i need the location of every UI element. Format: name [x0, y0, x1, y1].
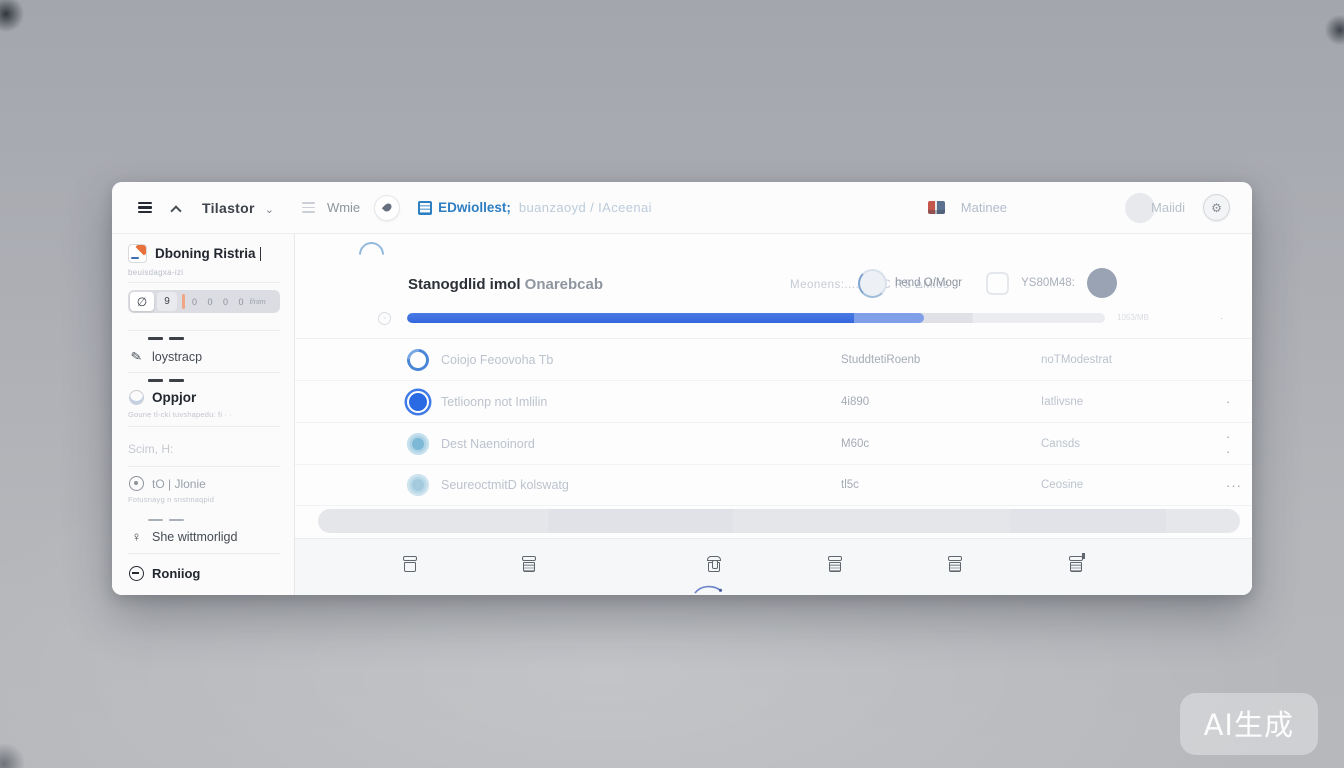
gear-icon: ⚙	[1211, 201, 1222, 215]
table-row[interactable]: Tetlioonp not Imlilin 4i890 Iatlivsne ·	[295, 380, 1252, 422]
toolbar-hint: f/nim	[250, 297, 266, 306]
page-title: Stanogdlid imol Onarebcab	[408, 276, 603, 293]
progress-fill-light	[854, 313, 924, 323]
row-menu-icon[interactable]: · ·	[1226, 429, 1231, 459]
droplet-icon	[381, 202, 392, 213]
bin-icon[interactable]	[402, 555, 418, 573]
list-view-icon[interactable]	[302, 202, 315, 212]
header-controls: hend O/Mogr YS80M48:	[858, 268, 1117, 298]
progress-end-dot: ·	[1220, 313, 1223, 323]
sidebar-item-oppjor[interactable]: Oppjor	[128, 389, 280, 406]
table-row[interactable]: Dest Naenoinord M60c Cansds · ·	[295, 422, 1252, 464]
notice-label: Matinee	[961, 200, 1007, 215]
nav-label[interactable]: Wmie	[327, 200, 360, 215]
skeleton-dashes	[148, 519, 280, 521]
divider	[128, 466, 280, 467]
checkbox-outline[interactable]	[986, 272, 1009, 295]
skeleton-dashes	[148, 337, 280, 340]
skeleton-dashes	[148, 379, 280, 382]
divider	[128, 330, 280, 331]
avatar-circle[interactable]	[1087, 268, 1117, 298]
toolbar-seg-2[interactable]: 9	[157, 292, 177, 311]
toolbar-orange-divider	[182, 294, 185, 309]
app-title: Dboning Ristria	[155, 246, 256, 261]
row-menu-icon[interactable]: ···	[1226, 478, 1242, 493]
flag-logo-icon	[928, 201, 945, 214]
row-status-icon	[407, 433, 429, 455]
progress-status-icon: ◦	[378, 312, 391, 325]
settings-button[interactable]: ⚙	[1203, 194, 1230, 221]
brush-bin-icon[interactable]	[1068, 555, 1084, 573]
sidebar-note: Fotusnayg n snstmaqpid	[128, 495, 280, 504]
ring-icon	[128, 565, 145, 582]
divider	[128, 553, 280, 554]
row-status-icon	[407, 474, 429, 496]
toggle-label: hend O/Mogr	[895, 277, 962, 289]
sidebar-app-header: Dboning Ristria	[128, 244, 280, 263]
breadcrumb[interactable]: buanzaoyd / IAceenai	[519, 200, 652, 215]
main-content: Stanogdlid imol Onarebcab Meonens:....2.…	[295, 234, 1252, 595]
sidebar-item-wittmorligd[interactable]: ♀ She wittmorligd	[128, 528, 280, 545]
content-header: Stanogdlid imol Onarebcab Meonens:....2.…	[295, 268, 1252, 302]
bucket-lines-icon[interactable]	[947, 555, 963, 573]
sidebar-item-scim[interactable]: Scim, H:	[128, 442, 280, 456]
row-menu-icon[interactable]: ·	[1226, 394, 1231, 409]
row-status-icon	[403, 344, 434, 375]
text-cursor	[260, 247, 262, 261]
sidebar-item-loystracp[interactable]: ✎ loystracp	[128, 348, 280, 365]
badge-label: YS80M48:	[1021, 277, 1075, 289]
progress-fill	[407, 313, 854, 323]
skeleton-loader-bar	[318, 509, 1240, 533]
app-subtitle: beuisdagxa-izi	[128, 268, 280, 277]
divider	[128, 426, 280, 427]
topbar-right: Matinee Maiidi ⚙	[928, 193, 1230, 223]
divider	[128, 282, 280, 283]
sidebar-note: Goune tl-cki tuvshapedu: fi · ·	[128, 410, 280, 419]
blue-curve-decoration	[693, 583, 725, 595]
user-chip[interactable]: Maiidi	[1125, 193, 1185, 223]
page-title-suffix: Onarebcab	[521, 276, 604, 293]
progress-bar[interactable]	[407, 313, 1105, 323]
divider	[128, 372, 280, 373]
hamburger-menu-icon[interactable]	[138, 202, 152, 213]
eye-icon	[128, 475, 145, 492]
lock-bucket-icon[interactable]	[706, 555, 722, 573]
row-status-icon	[407, 391, 429, 413]
brand-title[interactable]: Tilastor	[202, 200, 255, 216]
topbar-left: Tilastor ⌄ Wmie EDwiollest; buanzaoyd / …	[138, 195, 652, 221]
sidebar-item-jlonie[interactable]: tO | Jlonie	[128, 475, 280, 492]
toolbar-zero-icons[interactable]: 0 0 0 0	[192, 297, 248, 307]
collapse-caret-icon[interactable]	[172, 204, 180, 212]
loading-spinner-icon	[354, 237, 389, 272]
doc-link[interactable]: EDwiollest;	[438, 200, 511, 215]
user-name: Maiidi	[1151, 200, 1185, 215]
footer-toolbar	[295, 538, 1252, 595]
data-table: Coiojo Feoovoha Tb StuddtetiRoenb noTMod…	[295, 338, 1252, 506]
topbar: Tilastor ⌄ Wmie EDwiollest; buanzaoyd / …	[112, 182, 1252, 234]
droplet-badge[interactable]	[374, 195, 400, 221]
sidebar-toolbar: ∅ 9 0 0 0 0 f/nim	[128, 290, 280, 313]
bucket-icon[interactable]	[521, 555, 537, 573]
table-row[interactable]: Coiojo Feoovoha Tb StuddtetiRoenb noTMod…	[295, 338, 1252, 380]
toolbar-seg-1[interactable]: ∅	[130, 292, 154, 311]
pen-icon: ✎	[128, 348, 145, 365]
ai-generated-watermark: AI生成	[1180, 693, 1318, 755]
document-icon	[418, 201, 432, 215]
sidebar: Dboning Ristria beuisdagxa-izi ∅ 9 0 0 0…	[112, 234, 295, 595]
progress-label: 1053/MB	[1117, 313, 1149, 322]
table-row[interactable]: SeureoctmitD kolswatg tl5c Ceosine ···	[295, 464, 1252, 506]
sidebar-item-roniiog[interactable]: Roniiog	[128, 565, 280, 582]
chevron-down-icon[interactable]: ⌄	[265, 203, 274, 216]
app-window: Tilastor ⌄ Wmie EDwiollest; buanzaoyd / …	[112, 182, 1252, 595]
app-logo-icon	[128, 244, 147, 263]
person-icon: ♀	[128, 528, 145, 545]
progress-row: ◦ 1053/MB ·	[295, 310, 1252, 328]
bucket-lines-icon[interactable]	[827, 555, 843, 573]
toggle-circle[interactable]	[858, 269, 887, 298]
circle-icon	[128, 389, 145, 406]
